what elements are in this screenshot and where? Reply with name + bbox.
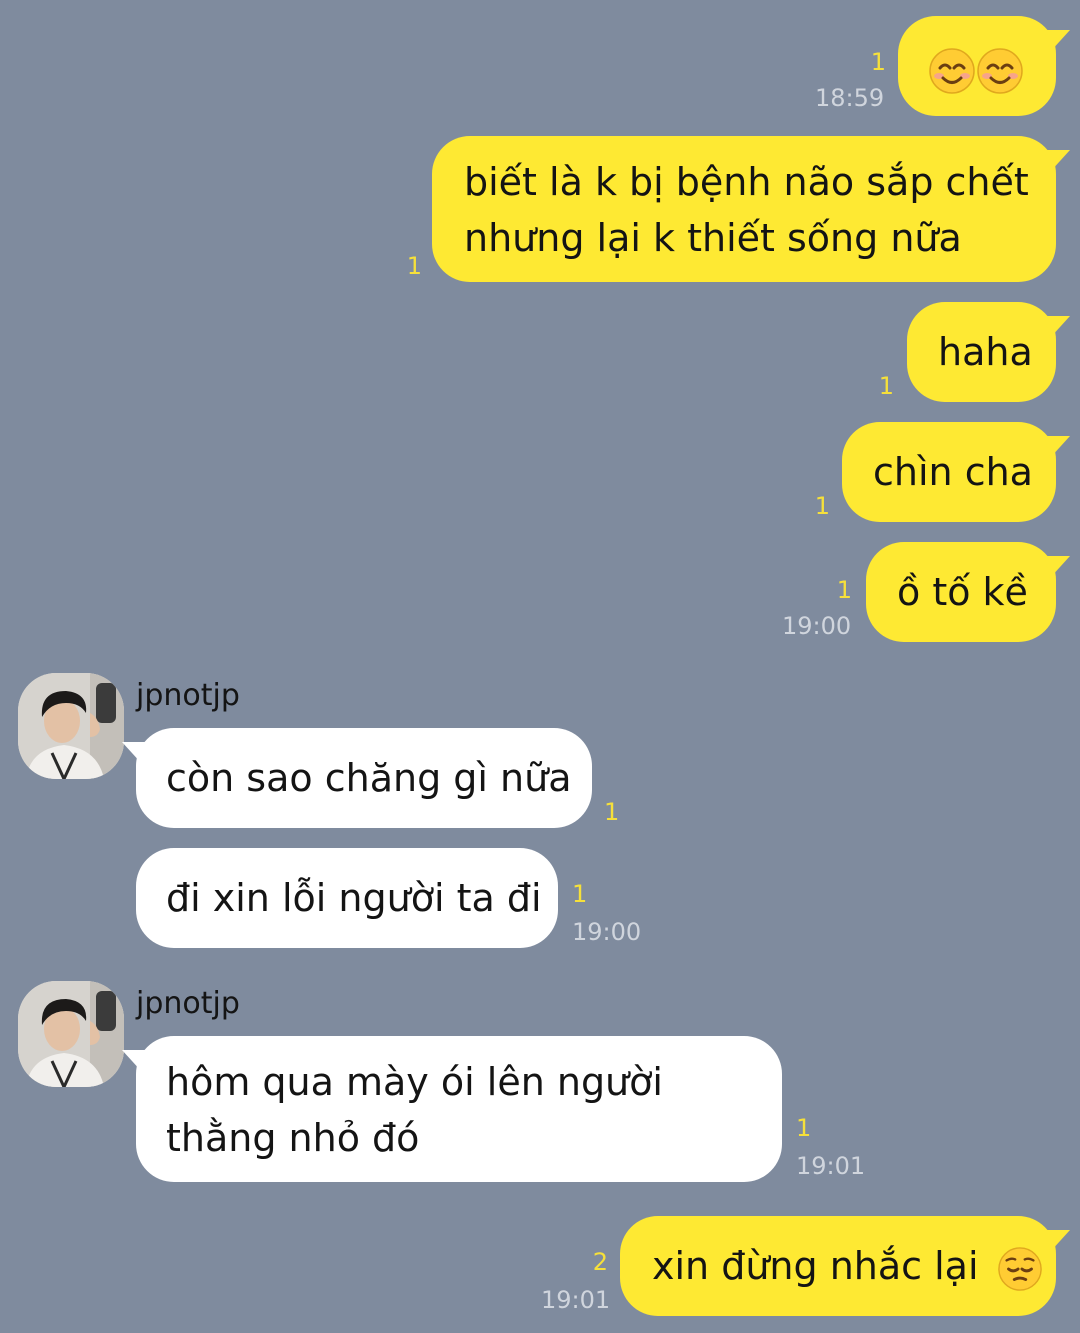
chat-thread[interactable]: 1 18:59 1 biết là k bị bệnh não sắp chết… — [0, 0, 1080, 1333]
message-time: 19:00 — [572, 918, 642, 946]
message-time: 19:01 — [541, 1286, 611, 1314]
message-text-line: biết là k bị bệnh não sắp chết — [464, 160, 1029, 204]
bubble-tail — [1044, 30, 1070, 52]
my-message-bubble[interactable]: chìn cha — [842, 422, 1070, 522]
bubble-tail — [1044, 150, 1070, 172]
message-text-line: hôm qua mày ói lên người — [166, 1060, 663, 1104]
smiling-face-icon — [928, 47, 976, 95]
their-message-bubble[interactable]: đi xin lỗi người ta đi — [136, 848, 558, 948]
pensive-face-icon — [997, 1246, 1043, 1292]
unread-count: 1 — [870, 48, 886, 76]
unread-count: 1 — [878, 372, 894, 400]
bubble-tail — [122, 742, 148, 764]
their-message-bubble[interactable]: hôm qua mày ói lên người thằng nhỏ đó — [122, 1036, 782, 1182]
sender-name: jpnotjp — [136, 986, 240, 1021]
their-message-bubble[interactable]: còn sao chăng gì nữa — [122, 728, 592, 828]
unread-count: 1 — [406, 252, 422, 280]
contact-avatar[interactable] — [18, 673, 124, 779]
message-text: chìn cha — [873, 450, 1033, 494]
my-message-bubble[interactable] — [898, 16, 1070, 116]
message-text: ồ tố kề — [897, 570, 1028, 614]
bubble-tail — [1044, 436, 1070, 458]
message-text: đi xin lỗi người ta đi — [166, 876, 542, 920]
message-text: haha — [938, 330, 1033, 374]
unread-count: 2 — [592, 1248, 608, 1276]
unread-count: 1 — [814, 492, 830, 520]
message-text: còn sao chăng gì nữa — [166, 756, 572, 800]
bubble-tail — [122, 1050, 148, 1072]
my-message-bubble[interactable]: biết là k bị bệnh não sắp chết nhưng lại… — [432, 136, 1070, 282]
bubble-tail — [1044, 556, 1070, 578]
message-text: xin đừng nhắc lại — [652, 1244, 979, 1288]
contact-avatar[interactable] — [18, 981, 124, 1087]
message-text-line: nhưng lại k thiết sống nữa — [464, 216, 962, 260]
message-time: 19:00 — [782, 612, 852, 640]
smiling-face-icon — [976, 47, 1024, 95]
my-message-bubble[interactable]: haha — [907, 302, 1070, 402]
bubble-tail — [1044, 1230, 1070, 1252]
message-text-line: thằng nhỏ đó — [166, 1116, 420, 1160]
unread-count: 1 — [796, 1114, 812, 1142]
my-message-bubble[interactable]: xin đừng nhắc lại — [620, 1216, 1070, 1316]
sender-name: jpnotjp — [136, 678, 240, 713]
my-message-bubble[interactable]: ồ tố kề — [866, 542, 1070, 642]
unread-count: 1 — [572, 880, 588, 908]
message-time: 19:01 — [796, 1152, 866, 1180]
message-time: 18:59 — [815, 84, 885, 112]
bubble-tail — [1044, 316, 1070, 338]
unread-count: 1 — [604, 798, 620, 826]
unread-count: 1 — [836, 576, 852, 604]
